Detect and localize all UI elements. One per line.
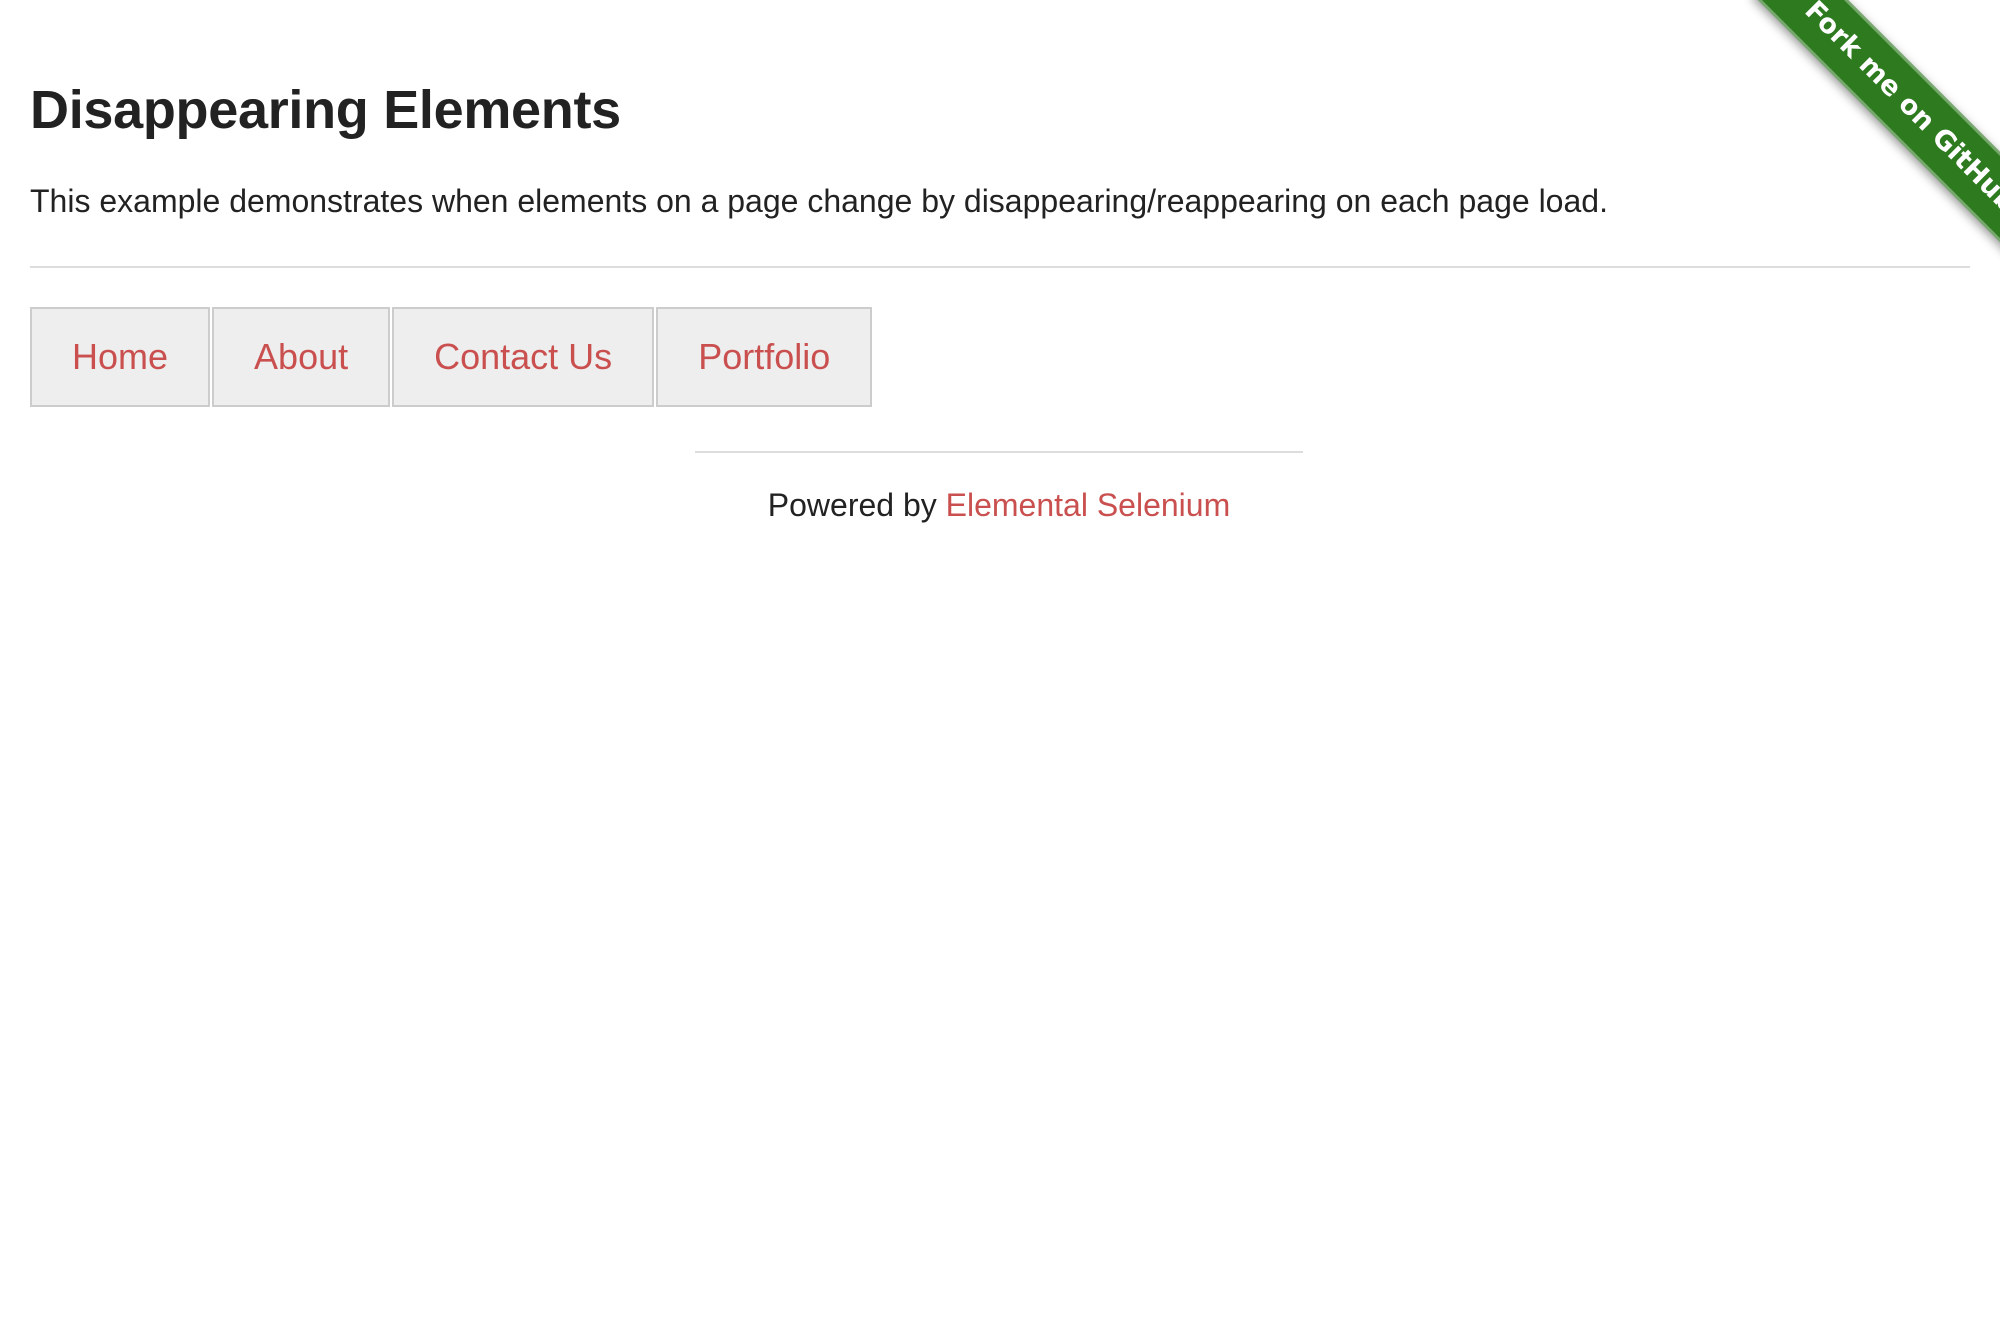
elemental-selenium-link[interactable]: Elemental Selenium (946, 487, 1231, 523)
powered-by-prefix: Powered by (767, 487, 946, 523)
powered-by-text: Powered by Elemental Selenium (695, 484, 1303, 526)
portfolio-link[interactable]: Portfolio (658, 309, 870, 405)
fork-me-on-github-ribbon[interactable]: Fork me on GitHub (1753, 0, 2000, 264)
menu-item-contact-us: Contact Us (392, 307, 655, 407)
divider (30, 266, 1970, 268)
home-link[interactable]: Home (32, 309, 208, 405)
menu-item-portfolio: Portfolio (656, 307, 873, 407)
page-footer: Powered by Elemental Selenium (695, 451, 1303, 523)
footer-divider (695, 451, 1303, 453)
page-description: This example demonstrates when elements … (30, 183, 1608, 219)
github-ribbon-container: Fork me on GitHub (1730, 0, 2000, 270)
about-link[interactable]: About (214, 309, 388, 405)
contact-us-link[interactable]: Contact Us (394, 309, 652, 405)
menu-item-home: Home (30, 307, 211, 407)
page-title: Disappearing Elements (30, 80, 621, 140)
menu-item-about: About (212, 307, 391, 407)
menu-bar: Home About Contact Us Portfolio (30, 307, 874, 407)
